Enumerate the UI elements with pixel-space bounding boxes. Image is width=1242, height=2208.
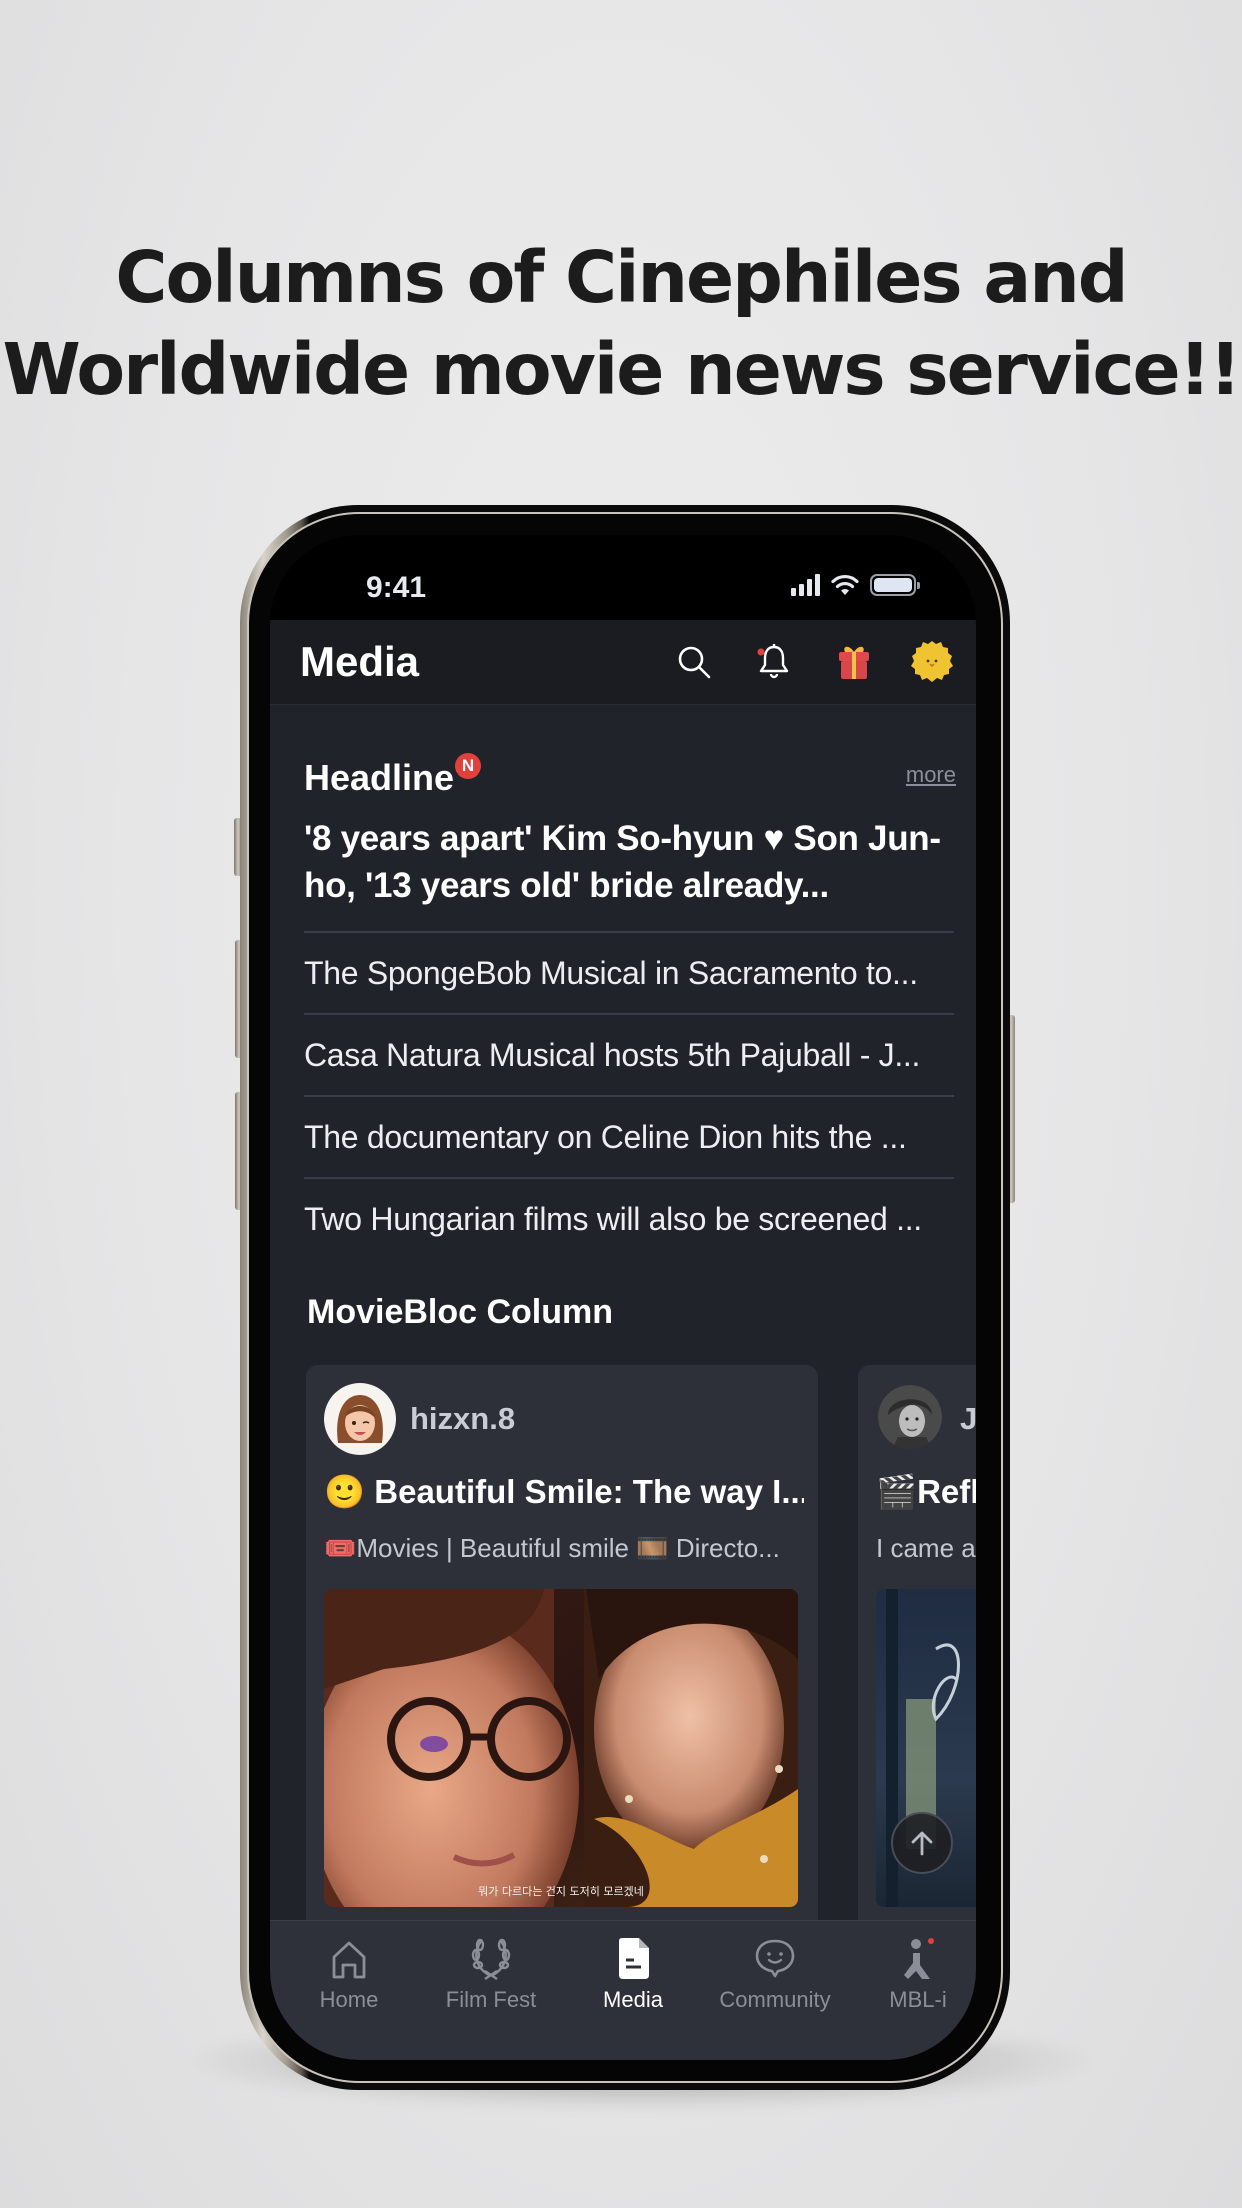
laurel-icon xyxy=(471,1938,511,1980)
arrow-up-icon xyxy=(911,1831,933,1856)
profile-avatar-icon xyxy=(911,641,953,682)
search-button[interactable] xyxy=(672,640,716,684)
notification-dot xyxy=(757,648,765,656)
home-icon xyxy=(332,1941,366,1979)
gift-button[interactable] xyxy=(832,640,876,684)
tab-label: Home xyxy=(319,1987,379,2012)
phone-screen: 9:41 Media Headline N more '8 years apar… xyxy=(270,535,976,2060)
author-name[interactable]: hizxn.8 xyxy=(410,1401,515,1437)
profile-avatar-button[interactable] xyxy=(910,640,954,684)
card-title[interactable]: 🎬Refl xyxy=(876,1473,976,1512)
thumbnail-subtitle: 뭐가 다르다는 건지 도저히 모르겠네 xyxy=(478,1884,644,1898)
battery-icon xyxy=(870,574,920,596)
headline-main-article[interactable]: '8 years apart' Kim So-hyun ♥ Son Jun-ho… xyxy=(304,815,954,909)
content-area: Headline N more '8 years apart' Kim So-hy… xyxy=(270,705,976,1920)
author-avatar[interactable] xyxy=(878,1385,942,1449)
headline-list-item[interactable]: The documentary on Celine Dion hits the … xyxy=(304,1095,954,1177)
wifi-icon xyxy=(831,574,859,595)
tab-mbl-i[interactable]: MBL-i xyxy=(848,1921,976,2031)
tab-media[interactable]: Media xyxy=(563,1921,703,2031)
document-icon xyxy=(619,1938,649,1979)
column-card[interactable]: hizxn.8 🙂 Beautiful Smile: The way I... … xyxy=(306,1365,818,1920)
headline-list-item[interactable]: The SpongeBob Musical in Sacramento to..… xyxy=(304,931,954,1013)
author-avatar[interactable] xyxy=(324,1383,396,1455)
promo-line-2: Worldwide movie news service!! xyxy=(2,328,1242,411)
search-icon xyxy=(678,646,711,679)
tab-label: MBL-i xyxy=(889,1987,947,2012)
tab-label: Film Fest xyxy=(445,1987,537,2012)
tab-label: Community xyxy=(719,1987,831,2012)
mbl-i-notification-dot xyxy=(928,1938,934,1944)
chat-smile-icon xyxy=(755,1939,795,1978)
card-description: 🎟️Movies | Beautiful smile 🎞️ Directo... xyxy=(324,1533,780,1563)
tab-label: Media xyxy=(603,1987,663,2012)
author-name[interactable]: J xyxy=(960,1401,976,1437)
new-badge: N xyxy=(455,753,482,779)
promo-line-1: Columns of Cinephiles and xyxy=(115,236,1128,319)
column-heading: MovieBloc Column xyxy=(307,1293,614,1331)
headline-list: The SpongeBob Musical in Sacramento to..… xyxy=(304,931,954,1259)
cellular-signal-icon xyxy=(791,574,820,596)
page-title: Media xyxy=(300,638,420,685)
promo-headline: Columns of Cinephiles and Worldwide movi… xyxy=(0,232,1242,416)
gift-icon xyxy=(839,646,869,679)
status-bar: 9:41 xyxy=(270,535,976,620)
status-time: 9:41 xyxy=(366,571,427,604)
notifications-button[interactable] xyxy=(752,640,796,684)
bell-icon xyxy=(757,644,789,679)
card-title[interactable]: 🙂 Beautiful Smile: The way I... xyxy=(324,1473,804,1512)
card-description: I came a xyxy=(876,1533,976,1563)
tab-community[interactable]: Community xyxy=(705,1921,845,2031)
scroll-to-top-button[interactable] xyxy=(891,1812,953,1874)
bottom-tab-bar: Home Film Fest Media Community MBL-i xyxy=(270,1920,976,2060)
card-thumbnail[interactable]: 뭐가 다르다는 건지 도저히 모르겠네 xyxy=(324,1589,798,1907)
tab-film-fest[interactable]: Film Fest xyxy=(421,1921,561,2031)
tab-home[interactable]: Home xyxy=(279,1921,419,2031)
column-carousel[interactable]: hizxn.8 🙂 Beautiful Smile: The way I... … xyxy=(306,1365,976,1920)
app-header: Media xyxy=(270,620,976,705)
headline-list-item[interactable]: Casa Natura Musical hosts 5th Pajuball -… xyxy=(304,1013,954,1095)
mbl-i-icon xyxy=(904,1938,934,1979)
headline-more-link[interactable]: more xyxy=(906,762,956,788)
headline-list-item[interactable]: Two Hungarian films will also be screene… xyxy=(304,1177,954,1259)
headline-heading: Headline N xyxy=(304,753,482,799)
